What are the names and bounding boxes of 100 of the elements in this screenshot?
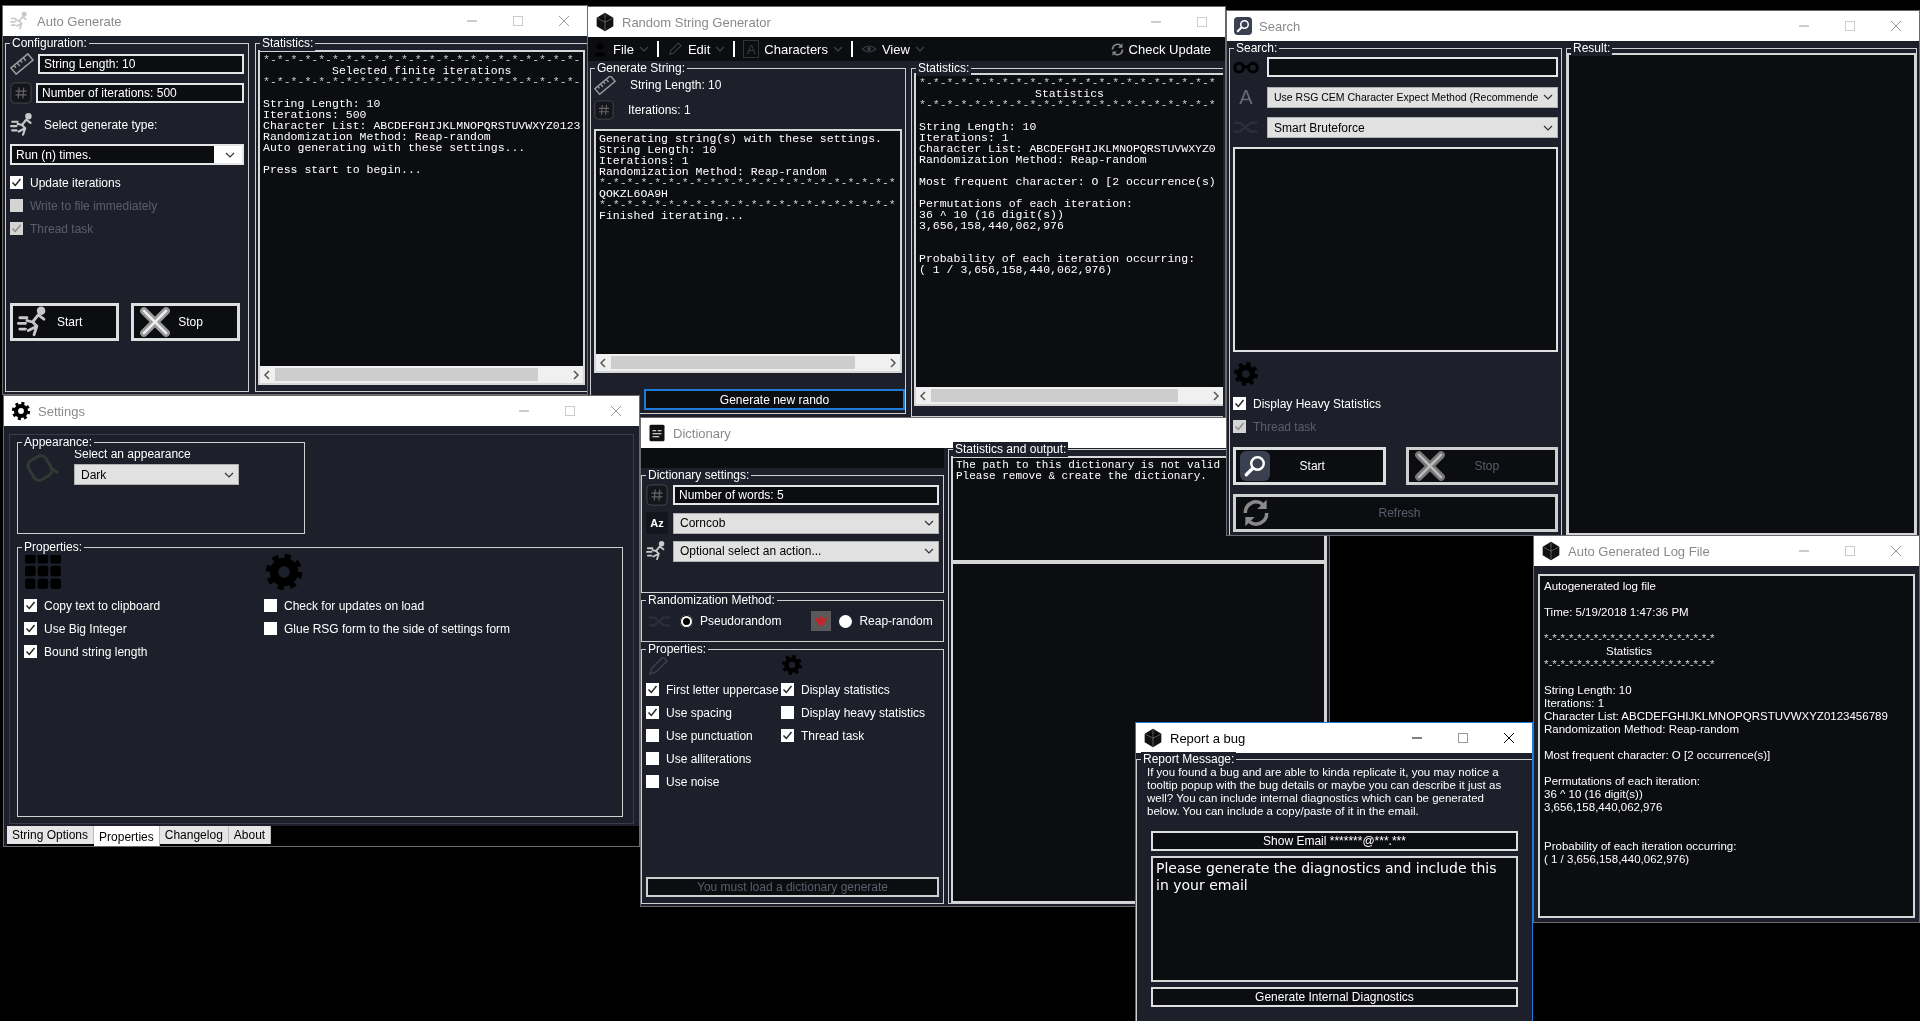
checkbox[interactable]: Display Heavy Statistics	[1233, 396, 1382, 411]
maximize-icon	[1458, 733, 1468, 743]
text-line: String Length: 10	[263, 98, 381, 109]
horizontal-scrollbar[interactable]	[596, 354, 900, 371]
menu-item[interactable]: View	[860, 41, 925, 57]
tab[interactable]: Changelog	[159, 826, 229, 844]
checkbox[interactable]: Update iterations	[10, 175, 121, 190]
dropdown[interactable]: Smart Bruteforce	[1267, 117, 1558, 138]
checkbox[interactable]: Use Big Integer	[24, 621, 127, 636]
input-field[interactable]	[1267, 57, 1558, 77]
start-button[interactable]: Start	[1233, 447, 1386, 485]
dropdown[interactable]: Run (n) times.	[10, 144, 244, 165]
stop-button[interactable]: Stop	[131, 303, 240, 341]
dropdown[interactable]: Use RSG CEM Character Expect Method (Recommende	[1267, 86, 1558, 108]
input-field[interactable]: Number of words: 5	[673, 485, 939, 505]
group-label: Statistics and output:	[953, 442, 1069, 457]
checkbox[interactable]: First letter uppercase	[646, 682, 779, 697]
text-area[interactable]	[1233, 147, 1558, 352]
search-icon	[1234, 17, 1252, 35]
text-line: 36 ^ 10 (16 digit(s))	[919, 209, 1064, 220]
checkbox[interactable]: Display statistics	[781, 682, 890, 697]
menu-item[interactable]: A Characters	[743, 40, 843, 58]
x-icon	[138, 305, 172, 339]
checkbox[interactable]: Copy text to clipboard	[24, 598, 161, 613]
text-line: Iterations: 1	[599, 155, 689, 166]
separator-text: *-*-*-*-*-*-*-*-*-*-*-*-*-*-*-*-*-*-*-*-*-*-*-	[263, 54, 581, 65]
group-label: Configuration:	[10, 36, 89, 51]
menu-item[interactable]: Check Update	[1109, 41, 1211, 57]
separator-text: *-*-*-*-*-*-*-*-*-*-*-*-*-*-*-*-*-*-*-*-*-*	[599, 199, 896, 210]
checkbox[interactable]: Display heavy statistics	[781, 705, 926, 720]
checkbox[interactable]: Use punctuation	[646, 728, 753, 743]
dictionary-icon	[648, 424, 666, 442]
text-line: Iterations: 500	[263, 109, 367, 120]
radio-button[interactable]: Reap-random	[839, 614, 933, 628]
check-icon	[782, 730, 793, 741]
gear-icon	[264, 552, 304, 592]
checkbox[interactable]: Bound string length	[24, 644, 148, 659]
text-line: Character List: ABCDEFGHIJKLMNOPQRSTUVWXYZ0123	[263, 120, 581, 131]
text-line: Probability of each iteration occurring:	[1544, 840, 1737, 853]
horizontal-scrollbar[interactable]	[260, 366, 584, 383]
text-line: Iterations: 1	[1544, 697, 1605, 710]
text-line: Randomization Method: Reap-random	[263, 131, 491, 142]
tab[interactable]: About	[228, 826, 272, 844]
separator-text: *-*-*-*-*-*-*-*-*-*-*-*-*-*-*-*-*-*-*-*-*-*	[919, 99, 1216, 110]
ruler-icon	[594, 74, 616, 96]
text-line: QOKZL6OA9H	[599, 188, 668, 199]
text-line: Please remove & create the dictionary.	[956, 471, 1207, 482]
maximize-icon	[565, 406, 575, 416]
tab[interactable]: Properties	[94, 826, 160, 846]
radio-button[interactable]: Pseudorandom	[680, 614, 782, 628]
group-label: Dictionary settings:	[646, 468, 752, 483]
text-area[interactable]: Please generate the diagnostics and include this in your email	[1151, 856, 1518, 982]
checkbox[interactable]: Use spacing	[646, 705, 733, 720]
show-email-button[interactable]: Show Email *******@***.***	[1151, 831, 1518, 851]
dropdown[interactable]: Dark	[74, 464, 239, 485]
input-field[interactable]: Number of iterations: 500	[36, 83, 244, 103]
dropdown[interactable]: Corncob	[673, 512, 939, 534]
tab[interactable]: String Options	[7, 826, 95, 844]
close-icon	[1891, 546, 1901, 556]
generate-button[interactable]: Generate new rando	[644, 389, 905, 410]
caret-icon	[225, 151, 235, 158]
label: Select generate type:	[44, 118, 158, 132]
group-label: Report Message:	[1141, 752, 1237, 767]
check-icon	[1234, 398, 1245, 409]
text-line: Most frequent character: O [2 occurrence(s)	[919, 176, 1216, 187]
gear-icon	[781, 654, 803, 676]
dice-icon	[1143, 728, 1163, 748]
pencil-icon	[646, 654, 670, 678]
checkbox[interactable]: Use alliterations	[646, 751, 752, 766]
close-icon	[1891, 21, 1901, 31]
dropdown[interactable]: Optional select an action...	[673, 540, 939, 562]
window-title: Report a bug	[1170, 730, 1246, 746]
input-field[interactable]: String Length: 10	[38, 54, 244, 74]
font-icon: A	[743, 40, 760, 58]
checkbox[interactable]: Glue RSG form to the side of settings form	[264, 621, 511, 636]
caret-icon	[715, 46, 726, 52]
group-label: Result:	[1571, 41, 1613, 56]
text-line: 36 ^ 10 (16 digit(s))	[1544, 788, 1643, 801]
heading-text: Statistics	[1034, 88, 1105, 99]
check-icon	[25, 623, 36, 634]
x-icon	[1412, 449, 1447, 483]
checkbox[interactable]: Thread task	[781, 728, 865, 743]
check-icon	[11, 223, 22, 234]
window-title: Auto Generate	[37, 13, 122, 29]
text-line: ( 1 / 3,656,158,440,062,976)	[1544, 853, 1690, 866]
window-title: Settings	[38, 403, 85, 419]
text-line: Autogenerated log file	[1544, 580, 1656, 593]
maximize-icon	[1845, 21, 1855, 31]
checkbox[interactable]: Use noise	[646, 774, 720, 789]
caret-icon	[638, 46, 649, 52]
hash-icon	[10, 82, 32, 104]
checkbox[interactable]: Check for updates on load	[264, 598, 425, 613]
separator-text: *-*-*-*-*-*-*-*-*-*-*-*-*-*-*-*-*-*-*-*-*	[1544, 632, 1715, 645]
generate-diagnostics-button[interactable]: Generate Internal Diagnostics	[1151, 987, 1518, 1007]
horizontal-scrollbar[interactable]	[916, 387, 1223, 404]
text-line: Randomization Method: Reap-random	[1544, 723, 1739, 736]
menu-item[interactable]: File	[592, 41, 649, 57]
separator-text: *-*-*-*-*-*-*-*-*-*-*-*-*-*-*-*-*-*-*-*-*-*	[919, 77, 1216, 88]
start-button[interactable]: Start	[10, 303, 119, 341]
menu-item[interactable]: Edit	[666, 41, 726, 57]
